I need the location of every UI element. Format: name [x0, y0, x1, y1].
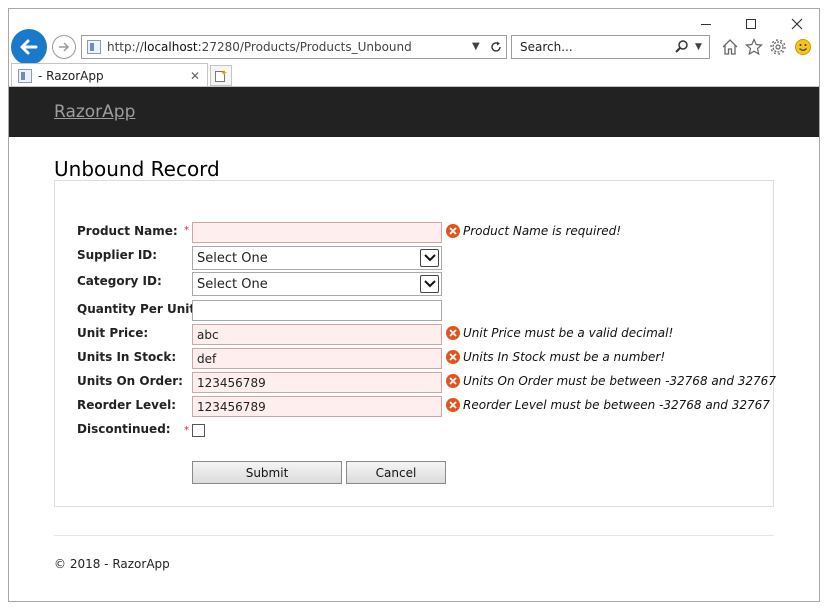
maximize-icon: [746, 19, 756, 29]
brand-link[interactable]: RazorApp: [54, 102, 135, 122]
unit-price-error: Unit Price must be a valid decimal!: [446, 326, 673, 340]
supplier-id-selected: Select One: [197, 250, 268, 266]
unit-price-input[interactable]: [192, 324, 442, 345]
unit-price-label: Unit Price:: [77, 326, 149, 340]
chevron-down-icon: [420, 249, 439, 267]
supplier-id-label: Supplier ID:: [77, 248, 158, 262]
row-actions: Submit Cancel: [55, 461, 775, 485]
product-name-error: Product Name is required!: [446, 224, 621, 238]
row-category-id: Category ID: Select One: [55, 272, 775, 296]
new-tab-icon: [215, 69, 227, 82]
error-text: Unit Price must be a valid decimal!: [463, 326, 674, 340]
close-button[interactable]: [786, 15, 808, 33]
product-form: Product Name: * Product Name is required…: [54, 180, 776, 507]
required-mark: *: [184, 425, 189, 436]
gear-icon: [770, 39, 786, 55]
units-in-stock-label: Units In Stock:: [77, 350, 177, 364]
search-input[interactable]: [518, 39, 668, 55]
row-units-in-stock: Units In Stock: Units In Stock must be a…: [55, 348, 775, 370]
category-id-select[interactable]: Select One: [192, 272, 442, 296]
forward-arrow-icon: [59, 42, 70, 52]
address-scheme: http://: [107, 40, 144, 54]
maximize-button[interactable]: [740, 15, 762, 33]
quantity-per-unit-label: Quantity Per Unit:: [77, 302, 200, 316]
address-dropdown-icon[interactable]: ▼: [472, 41, 480, 52]
page-viewport: RazorApp Unbound Record Product Name: * …: [9, 86, 819, 601]
home-button[interactable]: [720, 37, 740, 57]
discontinued-label: Discontinued:: [77, 422, 171, 436]
chevron-down-icon: [420, 275, 439, 293]
error-icon: [446, 326, 460, 340]
error-icon: [446, 374, 460, 388]
forward-button[interactable]: [52, 35, 76, 59]
error-text: Product Name is required!: [463, 224, 622, 238]
address-path: :27280/Products/Products_Unbound: [197, 40, 412, 54]
row-discontinued: Discontinued: *: [55, 420, 775, 442]
units-in-stock-error: Units In Stock must be a number!: [446, 350, 665, 364]
back-arrow-icon: [20, 39, 38, 55]
footer-copyright: © 2018 - RazorApp: [54, 557, 170, 571]
reorder-level-label: Reorder Level:: [77, 398, 177, 412]
close-icon: [791, 18, 803, 30]
settings-button[interactable]: [768, 37, 788, 57]
row-supplier-id: Supplier ID: Select One: [55, 246, 775, 270]
product-name-input[interactable]: [192, 222, 442, 243]
address-bar[interactable]: http://localhost:27280/Products/Products…: [81, 35, 507, 59]
tab-razorapp[interactable]: - RazorApp ✕: [11, 63, 208, 87]
error-text: Reorder Level must be between -32768 and…: [463, 398, 770, 412]
new-tab-button[interactable]: [210, 65, 232, 86]
feedback-button[interactable]: [793, 37, 813, 57]
discontinued-checkbox[interactable]: [192, 424, 205, 437]
refresh-icon: [491, 41, 501, 52]
error-icon: [446, 224, 460, 238]
reorder-level-error: Reorder Level must be between -32768 and…: [446, 398, 770, 412]
minimize-button[interactable]: [695, 15, 717, 33]
error-text: Units On Order must be between -32768 an…: [463, 374, 776, 388]
row-unit-price: Unit Price: Unit Price must be a valid d…: [55, 324, 775, 346]
back-button[interactable]: [11, 29, 47, 65]
cancel-button[interactable]: Cancel: [346, 461, 446, 484]
page-title: Unbound Record: [54, 157, 220, 181]
row-product-name: Product Name: * Product Name is required…: [55, 222, 775, 244]
error-icon: [446, 350, 460, 364]
quantity-per-unit-input[interactable]: [192, 300, 442, 321]
category-id-label: Category ID:: [77, 274, 162, 288]
minimize-icon: [701, 23, 711, 25]
error-text: Units In Stock must be a number!: [463, 350, 666, 364]
footer-divider: [54, 535, 774, 536]
units-on-order-input[interactable]: [192, 372, 442, 393]
row-quantity-per-unit: Quantity Per Unit:: [55, 300, 775, 322]
tab-close-icon[interactable]: ✕: [187, 68, 203, 84]
submit-button[interactable]: Submit: [192, 461, 342, 484]
row-reorder-level: Reorder Level: Reorder Level must be bet…: [55, 396, 775, 418]
refresh-button[interactable]: [488, 38, 504, 56]
page-icon: [18, 68, 32, 83]
favorites-button[interactable]: [744, 37, 764, 57]
product-name-label: Product Name:: [77, 224, 178, 238]
category-id-selected: Select One: [197, 276, 268, 292]
page-icon: [87, 40, 101, 54]
app-navbar: RazorApp: [9, 87, 819, 137]
search-icon: [675, 40, 688, 53]
home-icon: [722, 39, 738, 55]
smiley-icon: [795, 39, 811, 55]
units-on-order-error: Units On Order must be between -32768 an…: [446, 374, 776, 388]
reorder-level-input[interactable]: [192, 396, 442, 417]
row-units-on-order: Units On Order: Units On Order must be b…: [55, 372, 776, 394]
supplier-id-select[interactable]: Select One: [192, 246, 442, 270]
error-icon: [446, 398, 460, 412]
browser-window: http://localhost:27280/Products/Products…: [8, 8, 820, 602]
address-host: localhost: [143, 40, 198, 54]
search-box[interactable]: ▼: [511, 35, 710, 59]
search-dropdown-icon[interactable]: ▼: [695, 42, 702, 52]
tab-title: - RazorApp: [38, 68, 104, 83]
required-mark: *: [184, 225, 189, 236]
star-icon: [745, 38, 763, 56]
search-button[interactable]: [674, 39, 690, 55]
address-text: http://localhost:27280/Products/Products…: [107, 40, 412, 54]
units-in-stock-input[interactable]: [192, 348, 442, 369]
units-on-order-label: Units On Order:: [77, 374, 183, 388]
